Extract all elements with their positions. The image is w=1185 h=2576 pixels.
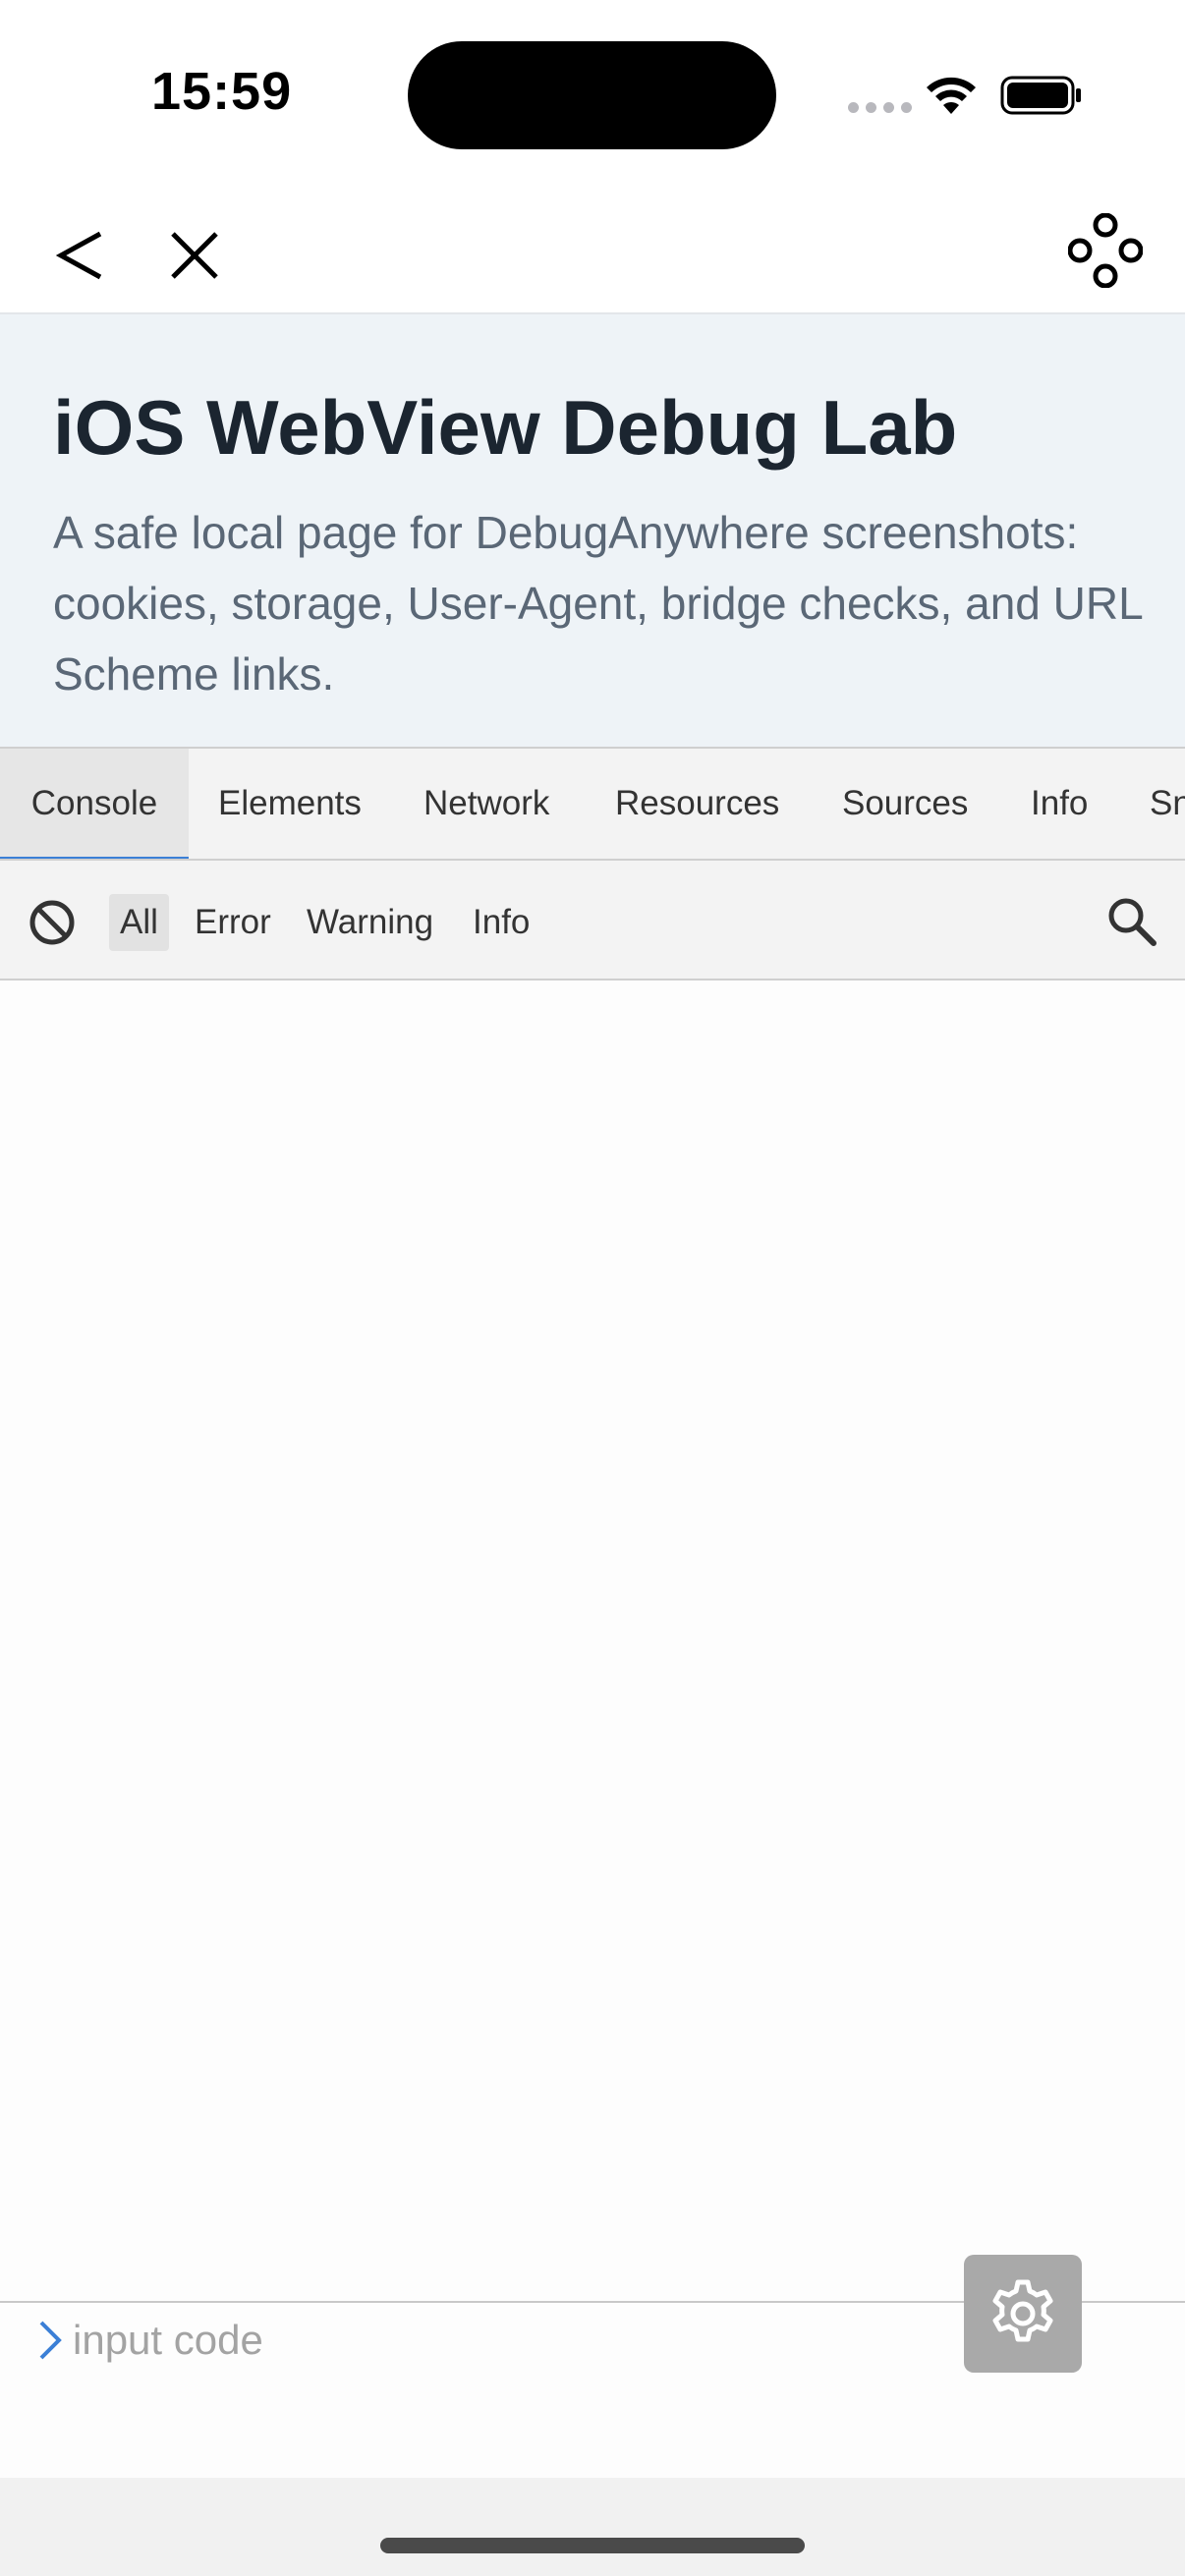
battery-icon bbox=[1000, 76, 1081, 115]
tab-console[interactable]: Console bbox=[0, 749, 189, 859]
prompt-chevron-icon bbox=[39, 2321, 62, 2360]
code-input[interactable] bbox=[73, 2313, 918, 2368]
close-button[interactable] bbox=[155, 216, 234, 295]
tab-network[interactable]: Network bbox=[423, 749, 549, 859]
debug-tools-button[interactable] bbox=[1063, 208, 1148, 293]
home-indicator[interactable] bbox=[380, 2538, 805, 2553]
status-bar: 15:59 bbox=[0, 0, 1185, 187]
search-icon[interactable] bbox=[1104, 894, 1159, 949]
close-icon bbox=[171, 232, 218, 279]
console-log-area[interactable] bbox=[0, 980, 1185, 2301]
devtools-tab-bar: Console Elements Network Resources Sourc… bbox=[0, 747, 1185, 861]
tab-sources[interactable]: Sources bbox=[842, 749, 968, 859]
filter-error[interactable]: Error bbox=[184, 894, 282, 951]
bottom-safe-area bbox=[0, 2478, 1185, 2576]
navigation-bar bbox=[0, 187, 1185, 314]
tab-info[interactable]: Info bbox=[1031, 749, 1088, 859]
gear-icon bbox=[992, 2279, 1053, 2342]
settings-button[interactable] bbox=[964, 2255, 1082, 2373]
console-filter-bar: All Error Warning Info bbox=[0, 861, 1185, 980]
dynamic-island bbox=[408, 41, 776, 149]
filter-warning[interactable]: Warning bbox=[296, 894, 444, 951]
chevron-left-icon bbox=[55, 231, 102, 280]
wifi-icon bbox=[927, 77, 976, 114]
page-title: iOS WebView Debug Lab bbox=[53, 384, 958, 471]
filter-info[interactable]: Info bbox=[462, 894, 540, 951]
tab-resources[interactable]: Resources bbox=[615, 749, 779, 859]
tab-snippets[interactable]: Sn bbox=[1150, 749, 1185, 859]
tab-elements[interactable]: Elements bbox=[218, 749, 362, 859]
status-time: 15:59 bbox=[151, 62, 293, 121]
debug-tools-icon bbox=[1068, 213, 1143, 288]
cellular-signal-icon bbox=[848, 102, 912, 113]
page-description: A safe local page for DebugAnywhere scre… bbox=[53, 507, 1142, 700]
filter-all[interactable]: All bbox=[109, 894, 169, 951]
clear-console-icon[interactable] bbox=[28, 898, 77, 947]
web-page-header: iOS WebView Debug Lab A safe local page … bbox=[0, 314, 1185, 747]
back-button[interactable] bbox=[41, 216, 120, 295]
